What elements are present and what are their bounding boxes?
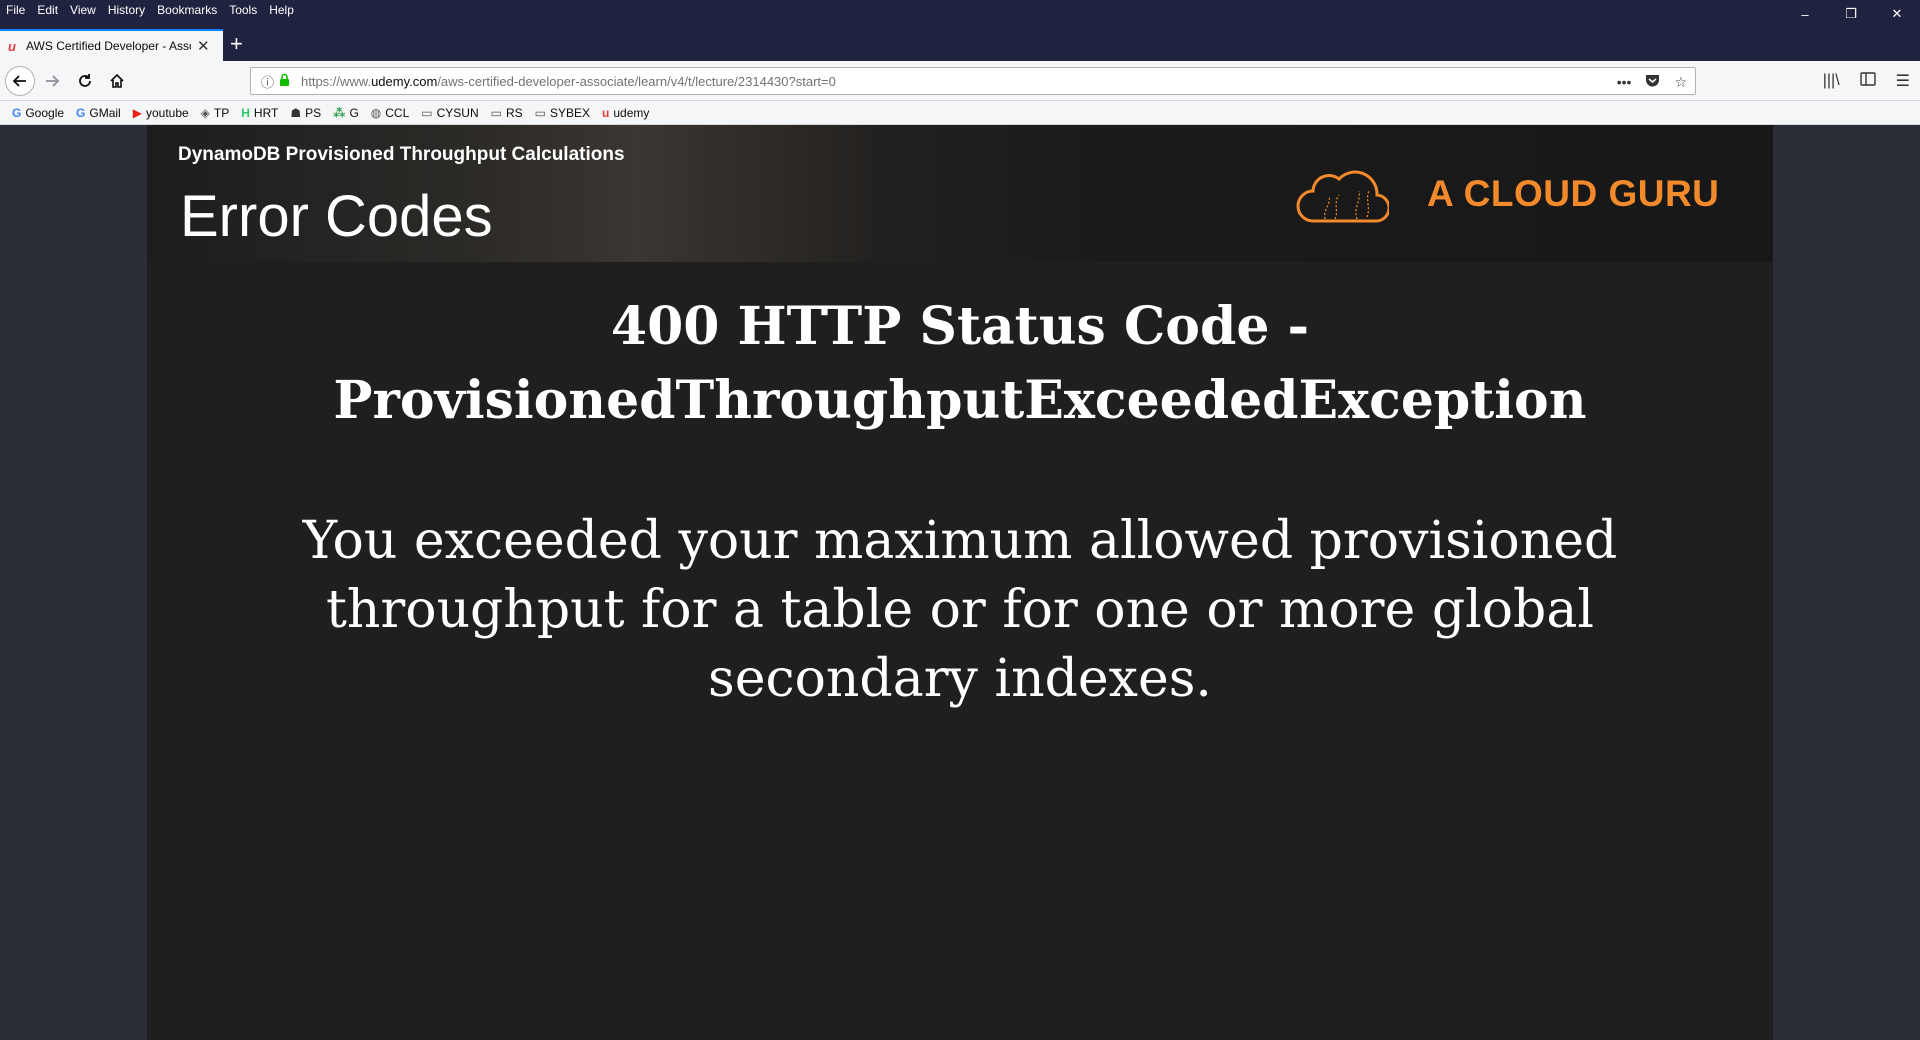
bookmark-label: RS <box>505 105 523 120</box>
section-title: DynamoDB Provisioned Throughput Calculat… <box>178 144 625 165</box>
bookmark-icon: ◈ <box>200 105 210 120</box>
reload-icon <box>79 74 91 87</box>
bookmark-icon: ▭ <box>534 105 546 120</box>
bookmark-google[interactable]: G Google <box>12 106 64 120</box>
bookmark-label: CYSUN <box>436 105 479 120</box>
bookmark-label: G <box>349 105 359 120</box>
url-bar[interactable]: ⓘ https://www.udemy.com/aws-certified-de… <box>250 67 1696 95</box>
minimize-button[interactable]: – <box>1782 0 1828 28</box>
bookmark-cysun[interactable]: ▭ CYSUN <box>421 106 478 120</box>
back-button[interactable] <box>5 66 35 96</box>
menu-edit[interactable]: Edit <box>37 3 58 17</box>
bookmark-label: HRT <box>253 105 279 120</box>
forward-button[interactable] <box>38 67 66 95</box>
bookmark-gmail[interactable]: G GMail <box>76 106 121 120</box>
bookmark-udemy[interactable]: u udemy <box>602 106 649 120</box>
close-tab-icon[interactable]: ✕ <box>197 37 210 55</box>
lock-icon[interactable] <box>279 73 301 89</box>
lecture-video[interactable]: DynamoDB Provisioned Throughput Calculat… <box>147 125 1773 1040</box>
bookmark-icon: ☗ <box>290 105 302 120</box>
cloud-logo-icon <box>1296 170 1389 223</box>
tab-title: AWS Certified Developer - Associate <box>26 39 191 53</box>
menu-view[interactable]: View <box>70 3 96 17</box>
bookmark-label: SYBEX <box>550 105 591 120</box>
bookmark-ccl[interactable]: ◍ CCL <box>371 106 410 120</box>
bookmark-label: PS <box>305 105 322 120</box>
menu-file[interactable]: File <box>6 3 25 17</box>
slide-title: Error Codes <box>180 184 493 249</box>
bookmark-icon: G <box>12 105 22 120</box>
bookmark-label: GMail <box>89 105 121 120</box>
page-viewport: DynamoDB Provisioned Throughput Calculat… <box>0 125 1920 1040</box>
bookmark-ps[interactable]: ☗ PS <box>290 106 321 120</box>
bookmark-label: udemy <box>613 105 650 120</box>
menu-help[interactable]: Help <box>269 3 294 17</box>
menu-tools[interactable]: Tools <box>229 3 257 17</box>
arrow-right-icon <box>46 75 60 87</box>
hamburger-menu-icon[interactable]: ☰ <box>1896 71 1910 91</box>
active-tab[interactable]: u AWS Certified Developer - Associate ✕ <box>0 29 223 61</box>
bookmark-icon: ◍ <box>370 105 382 120</box>
menu-history[interactable]: History <box>108 3 145 17</box>
bookmark-tp[interactable]: ◈ TP <box>201 106 230 120</box>
window-controls: – ❐ ✕ <box>1782 0 1920 28</box>
bookmark-icon: ⁂ <box>333 105 346 120</box>
bookmark-icon: ▭ <box>490 105 502 120</box>
navigation-toolbar: ⓘ https://www.udemy.com/aws-certified-de… <box>0 61 1920 101</box>
sidebar-icon[interactable] <box>1859 71 1876 91</box>
heading-line-1: 400 HTTP Status Code - <box>610 296 1310 357</box>
url-text[interactable]: https://www.udemy.com/aws-certified-deve… <box>301 74 836 89</box>
slide-heading: 400 HTTP Status Code - ProvisionedThroug… <box>147 290 1773 438</box>
library-icon[interactable]: |||\ <box>1823 72 1840 90</box>
menu-bar: File Edit View History Bookmarks Tools H… <box>0 0 306 20</box>
bookmark-icon: ▭ <box>421 105 433 120</box>
url-actions: ••• ☆ <box>1617 68 1687 96</box>
bookmark-sybex[interactable]: ▭ SYBEX <box>535 106 590 120</box>
heading-line-2: ProvisionedThroughputExceededException <box>333 370 1587 431</box>
page-actions-icon[interactable]: ••• <box>1617 74 1632 90</box>
bookmark-icon: ▶ <box>132 105 142 120</box>
bookmark-g[interactable]: ⁂ G <box>333 106 359 120</box>
menu-bookmarks[interactable]: Bookmarks <box>157 3 217 17</box>
bookmark-icon: G <box>76 105 86 120</box>
reload-button[interactable] <box>71 67 99 95</box>
bookmark-youtube[interactable]: ▶ youtube <box>133 106 189 120</box>
pocket-icon[interactable] <box>1645 74 1660 91</box>
bookmark-label: youtube <box>145 105 189 120</box>
home-icon <box>110 73 124 88</box>
info-icon[interactable]: ⓘ <box>261 72 279 91</box>
new-tab-button[interactable]: + <box>230 32 243 56</box>
arrow-left-icon <box>12 75 26 87</box>
udemy-icon: u <box>8 38 16 54</box>
slide-body: You exceeded your maximum allowed provis… <box>302 511 1618 709</box>
bookmark-icon: u <box>602 105 610 120</box>
bookmark-label: Google <box>25 105 65 120</box>
bookmark-icon: H <box>241 105 250 120</box>
brand-logo-text: A CLOUD GURU <box>1427 173 1720 214</box>
bookmark-label: TP <box>213 105 230 120</box>
close-window-button[interactable]: ✕ <box>1874 0 1920 28</box>
home-button[interactable] <box>103 67 131 95</box>
bookmark-star-icon[interactable]: ☆ <box>1674 74 1687 91</box>
restore-button[interactable]: ❐ <box>1828 0 1874 28</box>
toolbar-right: |||\ ☰ <box>1823 67 1910 95</box>
bookmark-label: CCL <box>385 105 410 120</box>
bookmarks-toolbar: G Google G GMail ▶ youtube ◈ TP H HRT ☗ PS ⁂ G ◍ CCL ▭ CY… <box>0 101 1920 125</box>
bookmark-rs[interactable]: ▭ RS <box>491 106 523 120</box>
slide-banner: DynamoDB Provisioned Throughput Calculat… <box>147 125 1773 262</box>
browser-titlebar: File Edit View History Bookmarks Tools H… <box>0 0 1920 61</box>
bookmark-hrt[interactable]: H HRT <box>241 106 278 120</box>
